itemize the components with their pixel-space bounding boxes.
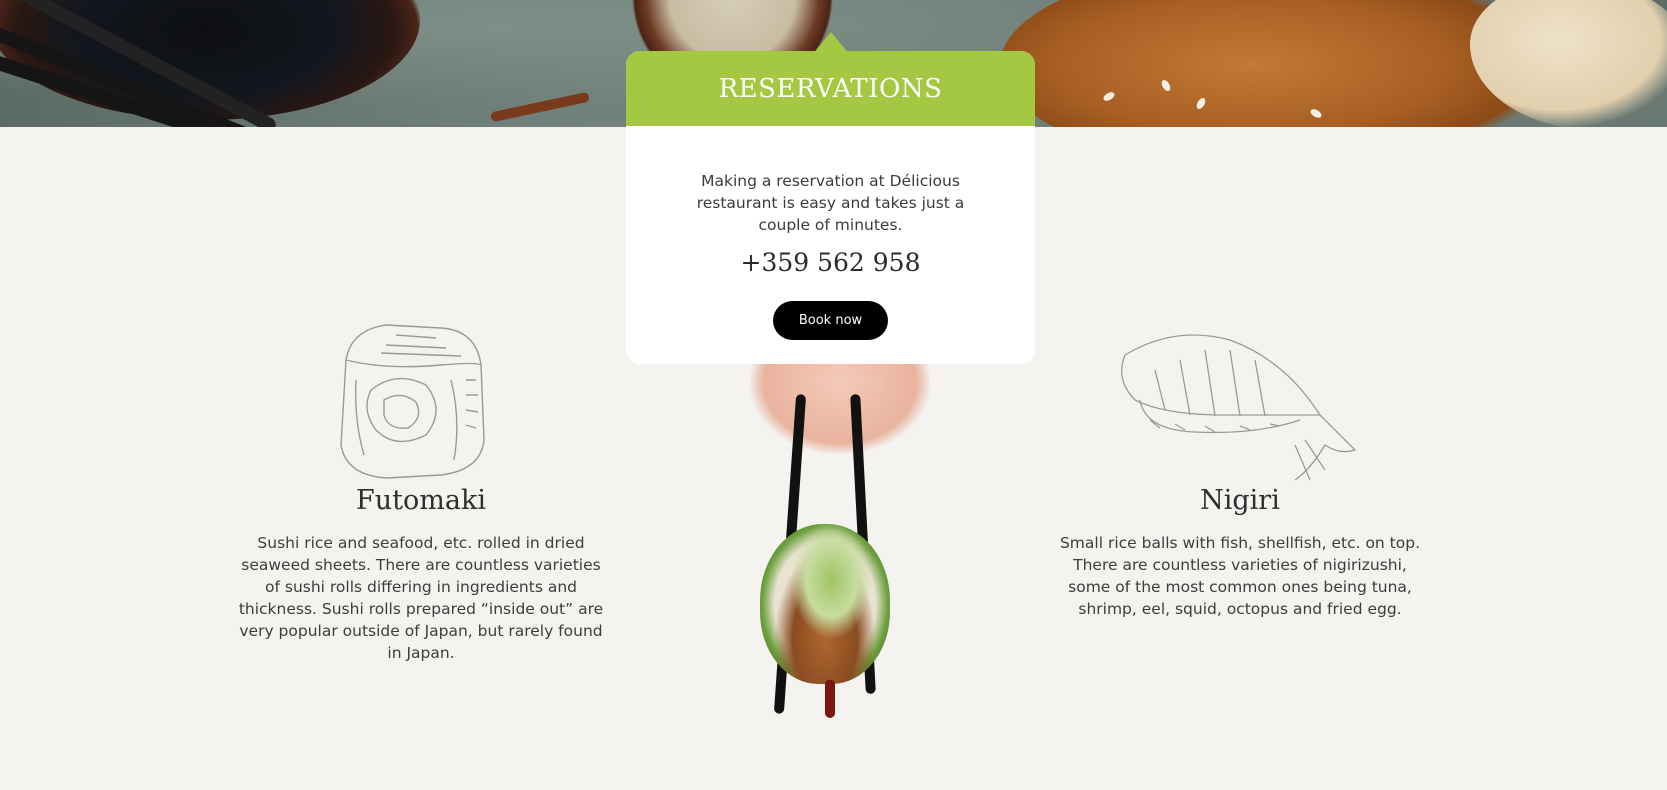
cinnamon-stick bbox=[490, 91, 590, 123]
feature-title: Nigiri bbox=[1200, 485, 1280, 516]
sushi-chopsticks-image bbox=[740, 364, 940, 734]
feature-description: Sushi rice and seafood, etc. rolled in d… bbox=[238, 534, 604, 662]
book-now-button[interactable]: Book now bbox=[773, 301, 888, 340]
hand bbox=[750, 364, 930, 454]
reservation-description: Making a reservation at Délicious restau… bbox=[696, 172, 965, 234]
reservation-card: RESERVATIONS Making a reservation at Dél… bbox=[626, 32, 1035, 384]
reservation-header: RESERVATIONS bbox=[626, 32, 1035, 126]
reservation-title: RESERVATIONS bbox=[718, 73, 943, 104]
sushi-roll bbox=[760, 524, 890, 684]
nigiri-sketch-icon bbox=[1055, 320, 1425, 485]
feature-futomaki: Futomaki Sushi rice and seafood, etc. ro… bbox=[236, 320, 606, 664]
feature-description: Small rice balls with fish, shellfish, e… bbox=[1059, 534, 1421, 618]
reservation-phone[interactable]: +359 562 958 bbox=[626, 248, 1035, 277]
soy-drip bbox=[825, 680, 835, 718]
feature-title: Futomaki bbox=[356, 485, 486, 516]
futomaki-sketch-icon bbox=[236, 320, 606, 485]
feature-nigiri: Nigiri Small rice balls with fish, shell… bbox=[1055, 320, 1425, 620]
